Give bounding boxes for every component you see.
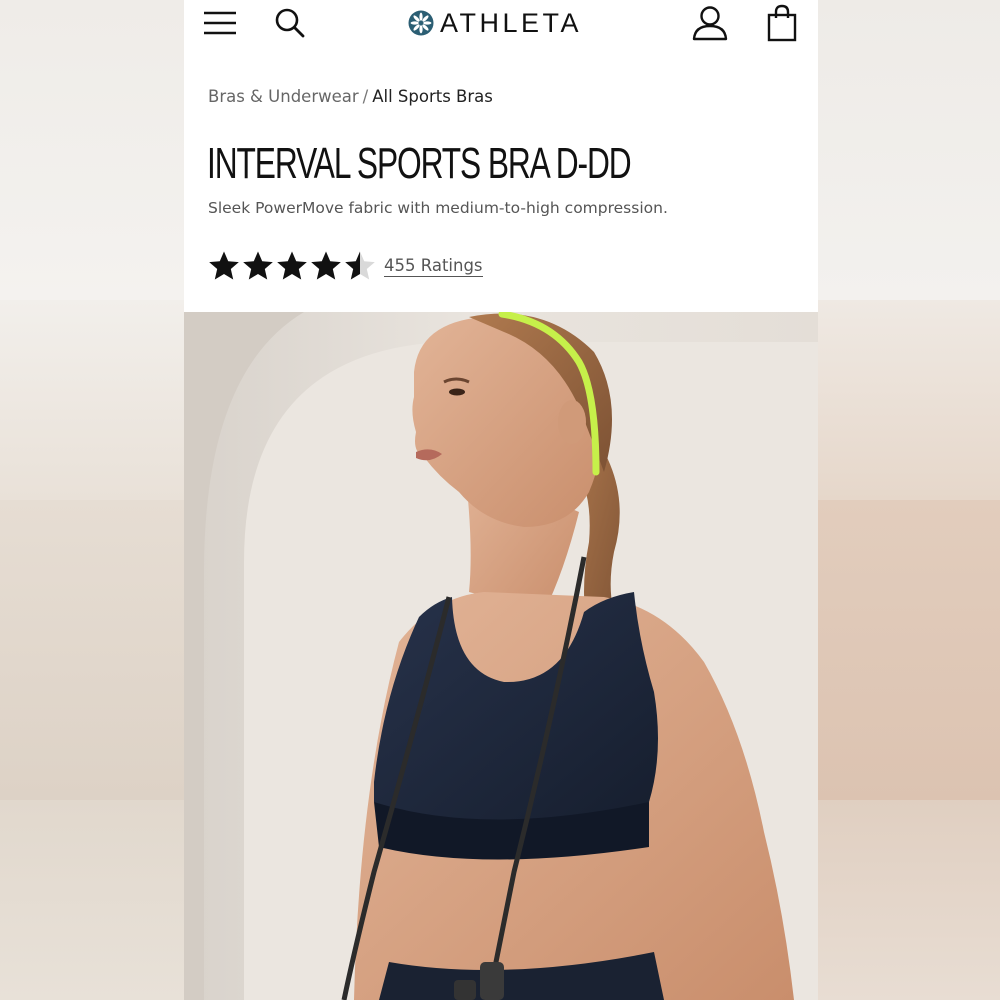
shopping-bag-icon[interactable] <box>762 4 802 42</box>
star-icon <box>345 251 375 280</box>
brand-name: ATHLETA <box>440 7 583 38</box>
brand-logo-icon <box>408 10 434 36</box>
brand-logo[interactable]: ATHLETA <box>408 8 582 38</box>
breadcrumb-parent-link[interactable]: Bras & Underwear <box>208 87 359 106</box>
left-backdrop <box>0 0 184 1000</box>
ratings-count-link[interactable]: 455 Ratings <box>384 256 483 277</box>
rating-stars[interactable] <box>208 250 376 282</box>
breadcrumb: Bras & Underwear / All Sports Bras <box>208 87 493 106</box>
top-navigation: ATHLETA <box>184 0 818 46</box>
product-image[interactable] <box>184 312 818 1000</box>
right-backdrop <box>818 0 1000 1000</box>
star-icon <box>209 251 239 280</box>
product-rating: 455 Ratings <box>208 250 483 282</box>
breadcrumb-separator: / <box>362 87 369 106</box>
star-icon <box>277 251 307 280</box>
breadcrumb-current-link[interactable]: All Sports Bras <box>372 87 493 106</box>
star-icon <box>311 251 341 280</box>
star-icon <box>243 251 273 280</box>
hamburger-menu-icon[interactable] <box>200 4 240 42</box>
account-icon[interactable] <box>690 4 730 42</box>
search-icon[interactable] <box>270 4 310 42</box>
product-subtitle: Sleek PowerMove fabric with medium-to-hi… <box>208 199 668 217</box>
product-title: INTERVAL SPORTS BRA D-DD <box>207 139 632 188</box>
product-page: ATHLETA Bras & Underwear / All Sports Bras… <box>184 0 818 1000</box>
